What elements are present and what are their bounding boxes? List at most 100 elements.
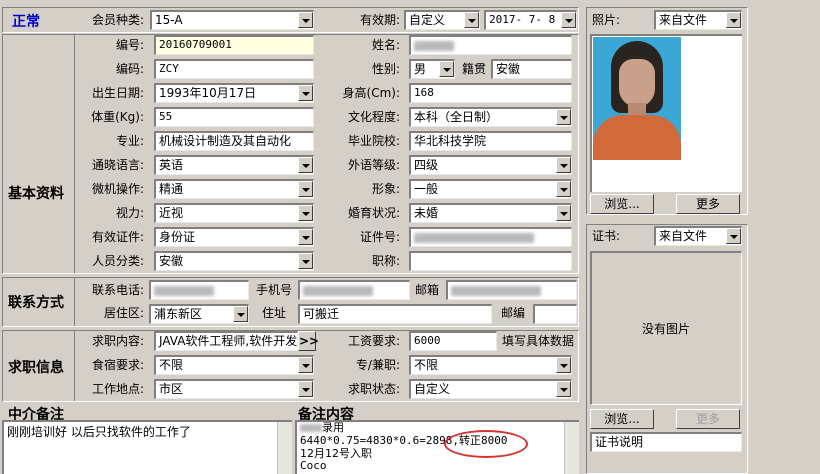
chevron-down-icon[interactable] [726, 228, 741, 244]
weight-label: 体重(Kg): [91, 110, 144, 124]
cert-panel-label: 证书: [592, 229, 621, 243]
cert-label: 有效证件: [91, 230, 144, 244]
chevron-down-icon[interactable] [556, 157, 571, 173]
redacted-text [300, 424, 322, 432]
remarks-scrollbar[interactable] [564, 422, 579, 474]
weight-field[interactable]: 55 [154, 107, 314, 127]
chevron-down-icon[interactable] [298, 85, 313, 101]
chevron-down-icon[interactable] [298, 357, 313, 373]
cert-no-label: 证件号: [359, 230, 400, 244]
chevron-down-icon[interactable] [556, 381, 571, 397]
cert-source-select[interactable]: 来自文件 [654, 226, 742, 246]
chevron-down-icon[interactable] [298, 229, 313, 245]
redacted-text [414, 232, 534, 243]
address-field[interactable]: 可搬迁 [298, 304, 492, 324]
chevron-down-icon[interactable] [298, 253, 313, 269]
chevron-down-icon[interactable] [556, 181, 571, 197]
education-select[interactable]: 本科（全日制） [409, 107, 572, 127]
language-select[interactable]: 英语 [154, 155, 314, 175]
category-select[interactable]: 安徽 [154, 251, 314, 271]
remark-line-3: 12月12号入职 [300, 447, 372, 460]
title-field[interactable] [409, 251, 572, 271]
code-field[interactable]: ZCY [154, 59, 314, 79]
validity-label: 有效期: [359, 13, 400, 27]
email-field[interactable] [446, 280, 577, 300]
validity-date-picker[interactable]: 2017- 7- 8 [484, 10, 577, 30]
contact-section-divider [74, 278, 75, 326]
chevron-down-icon[interactable] [298, 181, 313, 197]
remark-line-2: 6440*0.75=4830*0.6=2898,转正8000 [300, 434, 508, 447]
status-title: 正常 [12, 14, 40, 30]
photo-more-button[interactable]: 更多 [676, 194, 740, 214]
content-more-button[interactable]: >> [298, 331, 319, 351]
agency-notes-textarea[interactable]: 刚刚培训好 以后只找软件的工作了 [2, 420, 292, 474]
cert-more-button[interactable]: 更多 [676, 409, 740, 429]
member-type-select[interactable]: 15-A [150, 10, 314, 30]
birth-label: 出生日期: [91, 86, 144, 100]
chevron-down-icon[interactable] [561, 12, 576, 28]
remark-line-4: Coco [300, 459, 327, 472]
redacted-text [451, 285, 541, 296]
name-field[interactable] [409, 35, 572, 55]
image-select[interactable]: 一般 [409, 179, 572, 199]
postcode-field[interactable] [533, 304, 577, 324]
mobile-label: 手机号 [255, 283, 292, 297]
portrait-shirt [593, 115, 681, 160]
photo-label: 照片: [592, 13, 621, 27]
job-section-divider [74, 331, 75, 401]
chevron-down-icon[interactable] [464, 12, 479, 28]
address-label: 住址 [261, 306, 286, 320]
photo-browse-button[interactable]: 浏览... [590, 194, 654, 214]
chevron-down-icon[interactable] [298, 381, 313, 397]
salary-note: 填写具体数据 [501, 334, 574, 348]
location-select[interactable]: 市区 [154, 379, 314, 399]
major-field[interactable]: 机械设计制造及其自动化 [154, 131, 314, 151]
contact-section-title: 联系方式 [8, 295, 64, 311]
marital-select[interactable]: 未婚 [409, 203, 572, 223]
salary-field[interactable]: 6000 [409, 331, 497, 351]
id-label: 编号: [115, 38, 144, 52]
id-field[interactable]: 20160709001 [154, 35, 314, 55]
phone-field[interactable] [149, 280, 249, 300]
photo-source-select[interactable]: 来自文件 [654, 10, 742, 30]
vision-select[interactable]: 近视 [154, 203, 314, 223]
remarks-textarea[interactable]: 录用 6440*0.75=4830*0.6=2898,转正8000 12月12号… [295, 420, 579, 474]
validity-select[interactable]: 自定义 [404, 10, 480, 30]
chevron-down-icon[interactable] [298, 157, 313, 173]
computer-select[interactable]: 精通 [154, 179, 314, 199]
native-field[interactable]: 安徽 [491, 59, 572, 79]
height-field[interactable]: 168 [409, 83, 572, 103]
chevron-down-icon[interactable] [298, 12, 313, 28]
agency-scrollbar[interactable] [277, 422, 292, 474]
chevron-down-icon[interactable] [298, 205, 313, 221]
birth-date-picker[interactable]: 1993年10月17日 [154, 83, 314, 103]
school-field[interactable]: 华北科技学院 [409, 131, 572, 151]
content-field[interactable]: JAVA软件工程师,软件开发 [154, 331, 298, 351]
category-label: 人员分类: [91, 254, 144, 268]
email-label: 邮箱 [414, 283, 439, 297]
chevron-down-icon[interactable] [439, 61, 454, 77]
status-select[interactable]: 自定义 [409, 379, 572, 399]
mobile-field[interactable] [298, 280, 410, 300]
basic-section-divider [74, 35, 75, 273]
highlight-circle [444, 430, 528, 458]
chevron-down-icon[interactable] [556, 109, 571, 125]
district-label: 居住区: [103, 306, 144, 320]
gender-select[interactable]: 男 [409, 59, 455, 79]
chevron-down-icon[interactable] [556, 357, 571, 373]
foreign-level-select[interactable]: 四级 [409, 155, 572, 175]
parttime-label: 专/兼职: [355, 358, 400, 372]
district-select[interactable]: 浦东新区 [149, 304, 249, 324]
cert-select[interactable]: 身份证 [154, 227, 314, 247]
cert-description-field[interactable]: 证书说明 [590, 432, 742, 452]
cert-no-field[interactable] [409, 227, 572, 247]
cert-empty-text: 没有图片 [641, 322, 690, 336]
chevron-down-icon[interactable] [233, 306, 248, 322]
remark-line-1: 录用 [297, 422, 579, 434]
vision-label: 视力: [115, 206, 144, 220]
meals-select[interactable]: 不限 [154, 355, 314, 375]
chevron-down-icon[interactable] [556, 205, 571, 221]
parttime-select[interactable]: 不限 [409, 355, 572, 375]
cert-browse-button[interactable]: 浏览... [590, 409, 654, 429]
chevron-down-icon[interactable] [726, 12, 741, 28]
